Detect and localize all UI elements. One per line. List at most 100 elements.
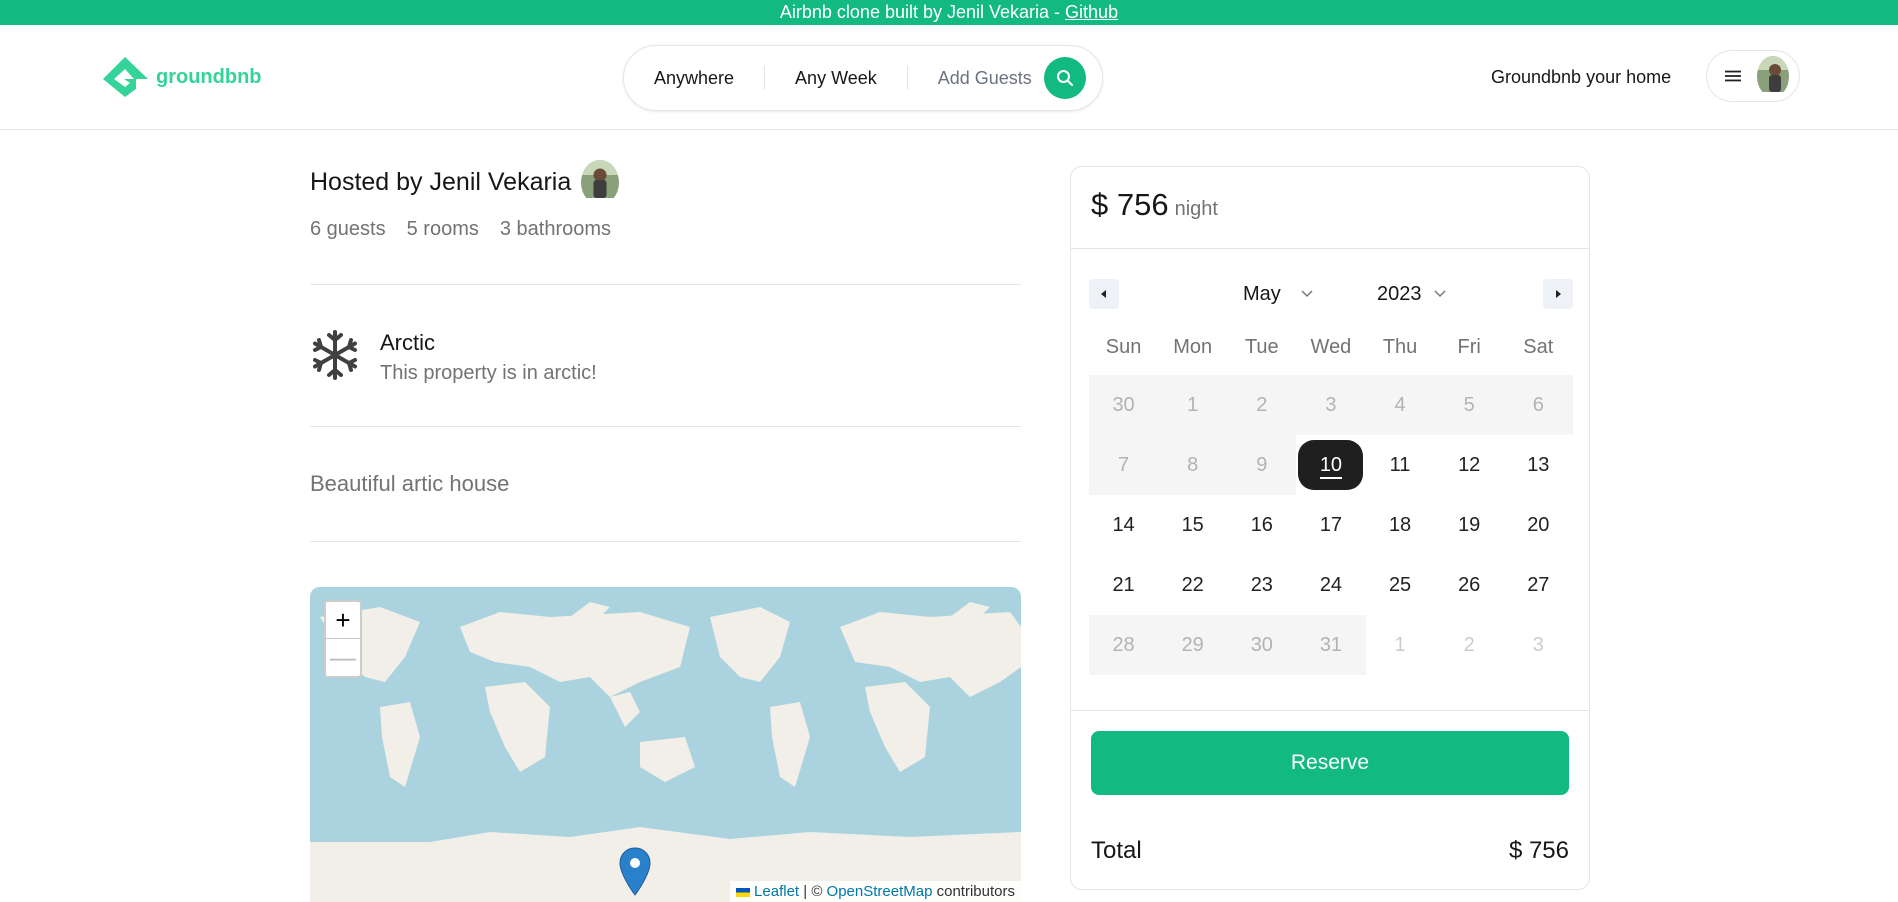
logo-text: groundbnb xyxy=(156,65,262,88)
calendar-nav: May 2023 xyxy=(1089,279,1573,309)
search-when[interactable]: Any Week xyxy=(764,66,907,90)
world-map xyxy=(310,587,1021,902)
year-value: 2023 xyxy=(1377,283,1422,305)
host-your-home-link[interactable]: Groundbnb your home xyxy=(1491,67,1671,88)
calendar-day[interactable]: 25 xyxy=(1366,555,1435,615)
weekday-label: Fri xyxy=(1457,336,1481,358)
calendar-day[interactable]: 11 xyxy=(1366,435,1435,495)
calendar-day-disabled: 28 xyxy=(1089,615,1159,675)
weekday-label: Mon xyxy=(1173,336,1213,358)
map-attribution: Leaflet | © OpenStreetMap contributors xyxy=(729,881,1021,902)
selected-day-number: 10 xyxy=(1319,453,1343,479)
caret-left-icon xyxy=(1101,290,1106,298)
bathrooms-count: 3 bathrooms xyxy=(499,218,612,240)
user-menu-button[interactable] xyxy=(1706,50,1800,102)
calendar-day[interactable]: 14 xyxy=(1089,495,1158,555)
search-bar[interactable]: Anywhere Any Week Add Guests xyxy=(623,45,1103,111)
calendar-day[interactable]: 15 xyxy=(1158,495,1227,555)
listing-details: Hosted by Jenil Vekaria 6 guests 5 rooms… xyxy=(310,159,1021,542)
nightly-price: $ 756 xyxy=(1091,187,1169,222)
weekday-label: Sun xyxy=(1105,336,1142,358)
host-line: Hosted by Jenil Vekaria xyxy=(310,167,572,196)
calendar-day[interactable]: 16 xyxy=(1227,495,1296,555)
total-value: $ 756 xyxy=(1508,837,1569,864)
reserve-button[interactable]: Reserve xyxy=(1091,731,1569,795)
zoom-out-button[interactable]: — xyxy=(326,639,360,676)
calendar-day-selected[interactable]: 10 xyxy=(1296,435,1365,495)
calendar-day[interactable]: 22 xyxy=(1158,555,1227,615)
navbar: groundbnb Anywhere Any Week Add Guests G… xyxy=(0,25,1898,130)
zoom-in-button[interactable]: + xyxy=(326,602,360,639)
guests-count: 6 guests xyxy=(310,218,386,240)
next-month-button[interactable] xyxy=(1543,279,1573,309)
search-guests[interactable]: Add Guests xyxy=(906,66,1044,90)
weekday-header: Sun Mon Tue Wed Thu Fri Sat xyxy=(1089,327,1573,367)
calendar-day[interactable]: 21 xyxy=(1089,555,1158,615)
attribution-tail: contributors xyxy=(932,883,1015,900)
search-where[interactable]: Anywhere xyxy=(624,66,764,90)
weekday-label: Tue xyxy=(1244,336,1279,358)
calendar-day[interactable]: 12 xyxy=(1435,435,1504,495)
calendar-day[interactable]: 27 xyxy=(1504,555,1573,615)
weekday-label: Thu xyxy=(1382,336,1418,358)
calendar-day[interactable]: 18 xyxy=(1366,495,1435,555)
calendar-day-next-month: 3 xyxy=(1532,634,1544,656)
divider xyxy=(310,426,1021,427)
divider xyxy=(1071,248,1589,249)
month-select[interactable]: May xyxy=(1243,279,1313,309)
calendar-week: 28 29 30 31 1 2 3 xyxy=(1089,615,1573,675)
calendar-day[interactable]: 24 xyxy=(1296,555,1365,615)
calendar-day-next-month: 1 xyxy=(1394,634,1406,656)
chevron-down-icon xyxy=(1301,290,1313,298)
category-row: Arctic This property is in arctic! xyxy=(310,330,1021,385)
listing-description: Beautiful artic house xyxy=(310,471,510,496)
ukraine-flag-icon xyxy=(735,887,750,897)
weekday-label: Sat xyxy=(1523,336,1554,358)
category-title: Arctic xyxy=(380,330,435,355)
calendar-day[interactable]: 26 xyxy=(1435,555,1504,615)
calendar-day-next-month: 2 xyxy=(1463,634,1475,656)
calendar-week: 7 8 9 10 11 12 13 xyxy=(1089,435,1573,495)
total-label: Total xyxy=(1091,837,1142,864)
host-info: Hosted by Jenil Vekaria xyxy=(310,159,1021,205)
chevron-down-icon xyxy=(1433,290,1446,298)
calendar-day-disabled: 3 xyxy=(1296,375,1366,435)
attribution-sep: | © xyxy=(799,883,827,900)
logo[interactable]: groundbnb xyxy=(100,55,262,99)
price-row: $ 756 night xyxy=(1091,187,1218,223)
calendar-day-disabled: 31 xyxy=(1296,615,1366,675)
top-banner: Airbnb clone built by Jenil Vekaria - Gi… xyxy=(0,0,1898,25)
zoom-control: + — xyxy=(324,600,362,678)
calendar-day-disabled: 29 xyxy=(1158,615,1228,675)
calendar-day[interactable]: 23 xyxy=(1227,555,1296,615)
location-marker-icon[interactable] xyxy=(618,847,652,897)
calendar-day[interactable]: 17 xyxy=(1296,495,1365,555)
calendar-grid: Sun Mon Tue Wed Thu Fri Sat 30 1 2 3 4 5… xyxy=(1089,327,1573,675)
calendar-day-disabled: 6 xyxy=(1503,375,1573,435)
divider xyxy=(310,284,1021,285)
osm-link[interactable]: OpenStreetMap xyxy=(827,883,933,900)
calendar-day-disabled: 30 xyxy=(1227,615,1297,675)
total-row: Total $ 756 xyxy=(1091,837,1569,865)
leaflet-link[interactable]: Leaflet xyxy=(754,883,799,900)
year-select[interactable]: 2023 xyxy=(1377,279,1446,309)
calendar-day[interactable]: 20 xyxy=(1504,495,1573,555)
snowflake-icon xyxy=(313,330,357,380)
search-button[interactable] xyxy=(1043,57,1086,99)
host-avatar xyxy=(581,159,620,205)
caret-right-icon xyxy=(1556,290,1561,298)
avatar xyxy=(1757,55,1789,97)
divider xyxy=(1071,710,1589,711)
calendar-day[interactable]: 19 xyxy=(1435,495,1504,555)
menu-icon xyxy=(1725,70,1741,82)
calendar-day[interactable]: 13 xyxy=(1504,435,1573,495)
weekday-label: Wed xyxy=(1310,336,1352,358)
prev-month-button[interactable] xyxy=(1089,279,1119,309)
calendar-day-disabled: 8 xyxy=(1158,435,1228,495)
calendar-day-disabled: 9 xyxy=(1227,435,1297,495)
github-link[interactable]: Github xyxy=(1065,2,1118,22)
search-icon xyxy=(1056,70,1073,86)
calendar-day-disabled: 2 xyxy=(1227,375,1297,435)
listing-stats: 6 guests 5 rooms 3 bathrooms xyxy=(310,218,1021,241)
location-map[interactable]: + — Leaflet | © OpenStreetMap contributo… xyxy=(310,587,1021,902)
